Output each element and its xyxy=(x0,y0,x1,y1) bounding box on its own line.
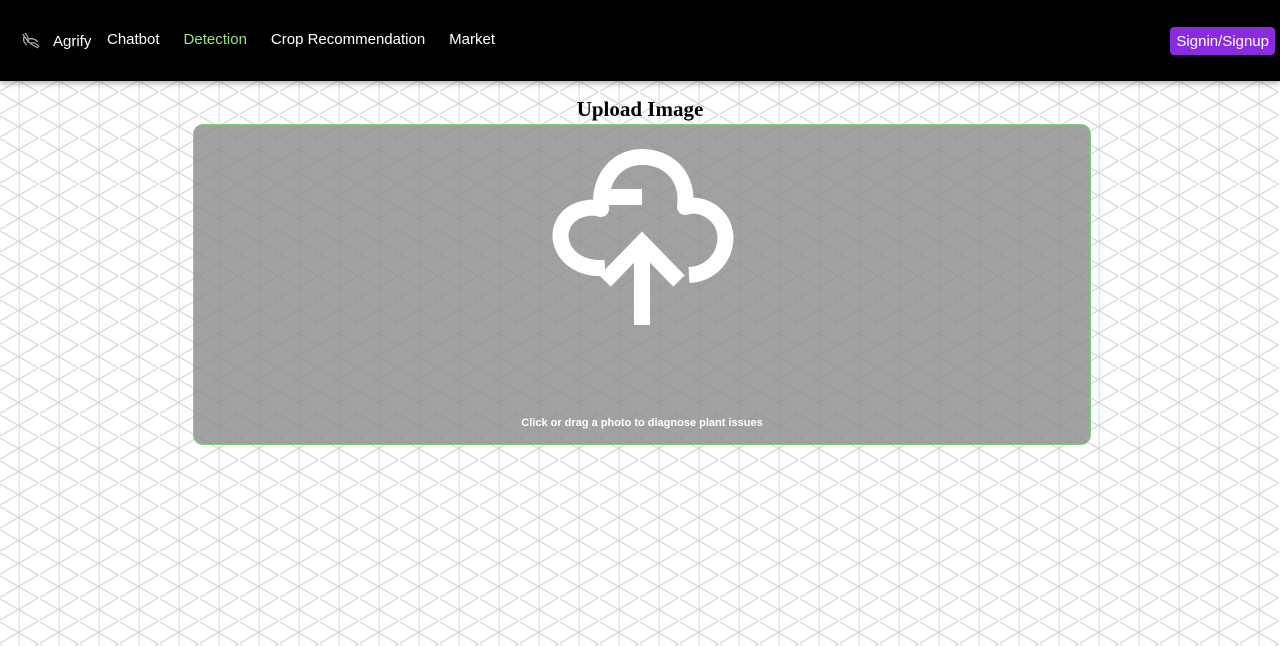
signin-signup-button[interactable]: Signin/Signup xyxy=(1170,27,1275,55)
brand-name: Agrify xyxy=(53,32,92,50)
page-title: Upload Image xyxy=(576,97,704,121)
nav-link-chatbot[interactable]: Chatbot xyxy=(107,31,160,48)
upload-hint: Click or drag a photo to diagnose plant … xyxy=(521,417,763,429)
top-navbar: Agrify Chatbot Detection Crop Recommenda… xyxy=(0,0,1280,81)
brand[interactable]: Agrify xyxy=(20,29,91,53)
leaf-logo-icon xyxy=(20,30,42,52)
nav-links: Chatbot Detection Crop Recommendation Ma… xyxy=(107,31,519,48)
nav-link-crop-recommendation[interactable]: Crop Recommendation xyxy=(271,31,425,48)
nav-link-detection[interactable]: Detection xyxy=(184,31,247,48)
cloud-upload-icon xyxy=(539,145,745,325)
image-upload-dropzone[interactable]: Click or drag a photo to diagnose plant … xyxy=(193,124,1091,445)
nav-link-market[interactable]: Market xyxy=(449,31,495,48)
